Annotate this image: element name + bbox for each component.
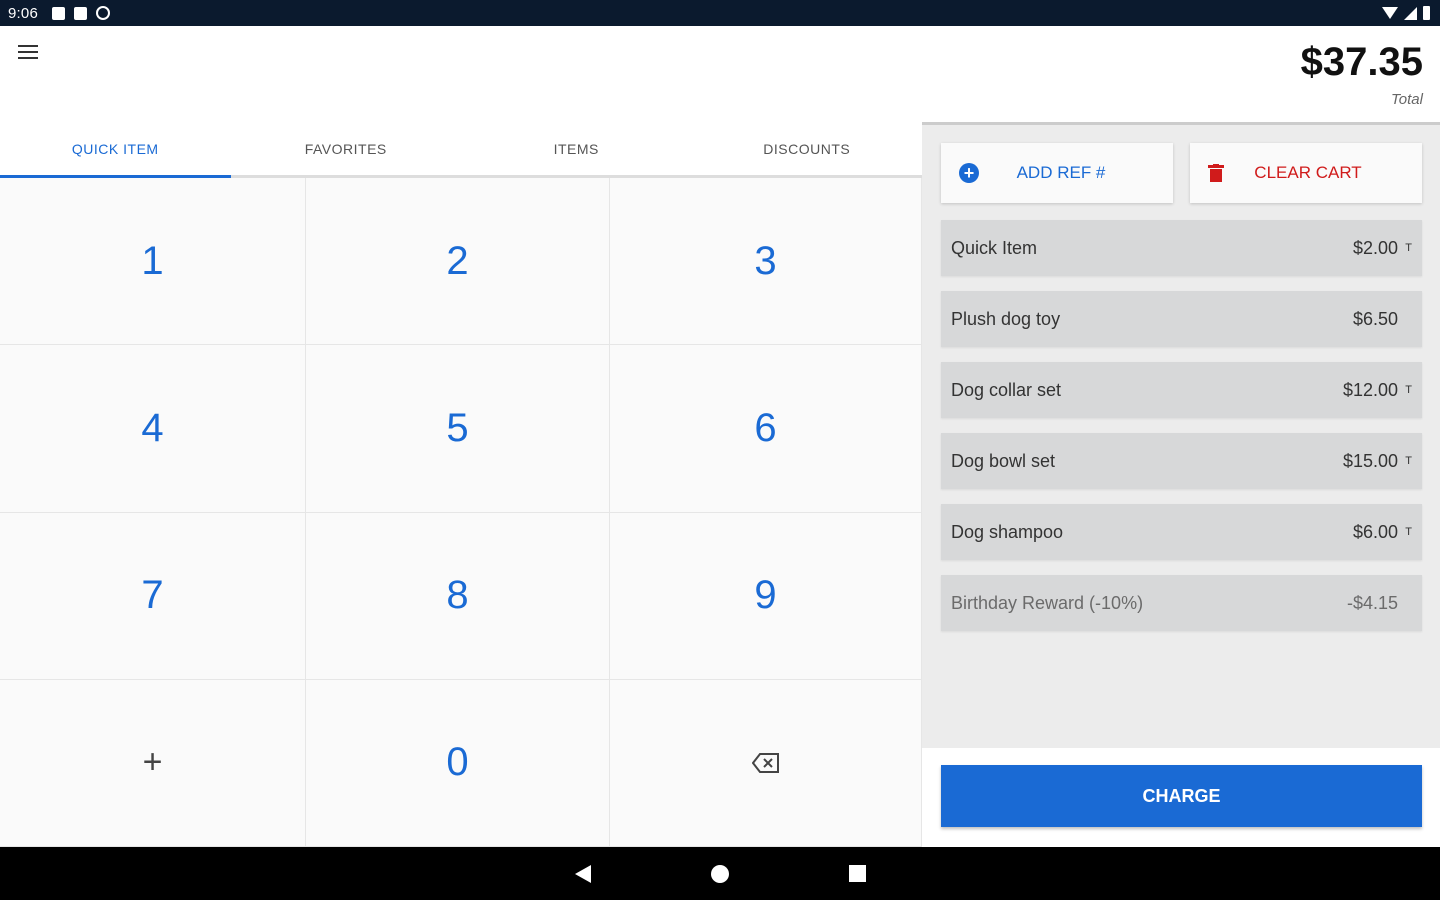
key-7[interactable]: 7: [0, 512, 306, 680]
tax-indicator: T: [1405, 384, 1412, 396]
cart-item-name: Dog collar set: [951, 379, 1062, 400]
add-ref-button[interactable]: + ADD REF #: [941, 143, 1173, 203]
backspace-button[interactable]: [610, 679, 922, 847]
cart-panel: + ADD REF # CLEAR CART Quick Item $2.00 …: [922, 122, 1440, 748]
add-ref-label: ADD REF #: [1016, 163, 1106, 182]
tax-indicator: T: [1405, 526, 1412, 538]
status-time: 9:06: [8, 4, 38, 22]
app-header: $37.35 Total: [0, 26, 1440, 122]
tax-indicator: T: [1405, 242, 1412, 254]
key-2[interactable]: 2: [306, 178, 610, 346]
cart-item-price: -$4.15: [1346, 592, 1398, 613]
key-1[interactable]: 1: [0, 178, 306, 346]
home-icon[interactable]: [710, 864, 729, 883]
cart-item-price: $6.00: [1352, 521, 1398, 542]
keypad: 1 2 3 4 5 6 7 8 9 + 0: [0, 178, 922, 847]
cart-item[interactable]: Plush dog toy $6.50: [941, 291, 1422, 347]
key-plus[interactable]: +: [0, 679, 306, 847]
notification-icons: [52, 6, 110, 20]
cart-item-price: $2.00: [1352, 237, 1398, 258]
key-3[interactable]: 3: [610, 178, 922, 346]
wifi-icon: [1382, 7, 1398, 19]
key-8[interactable]: 8: [306, 512, 610, 680]
system-icons: [1382, 6, 1430, 20]
cart-item-price: $15.00: [1342, 450, 1398, 471]
battery-icon: [1423, 6, 1430, 20]
tab-items[interactable]: ITEMS: [461, 122, 692, 175]
menu-icon[interactable]: [18, 45, 38, 59]
recent-apps-icon[interactable]: [848, 865, 866, 882]
total-label: Total: [1391, 91, 1423, 108]
status-bar: 9:06: [0, 0, 1440, 26]
cart-item-name: Dog shampoo: [951, 521, 1064, 542]
cart-list: Quick Item $2.00 T Plush dog toy $6.50 D…: [941, 220, 1422, 646]
back-icon[interactable]: [574, 864, 591, 883]
cart-item-name: Birthday Reward (-10%): [951, 592, 1144, 613]
sync-icon: [96, 6, 110, 20]
sd-card-icon: [74, 6, 87, 20]
cart-item-price: $6.50: [1352, 308, 1398, 329]
tab-bar: QUICK ITEM FAVORITES ITEMS DISCOUNTS: [0, 122, 922, 178]
cart-item-name: Quick Item: [951, 237, 1038, 258]
cart-discount-row[interactable]: Birthday Reward (-10%) -$4.15: [941, 575, 1422, 631]
key-6[interactable]: 6: [610, 345, 922, 513]
charge-area: CHARGE: [922, 748, 1440, 847]
key-9[interactable]: 9: [610, 512, 922, 680]
add-circle-icon: +: [959, 163, 979, 183]
notification-icon: [52, 6, 65, 20]
tab-favorites[interactable]: FAVORITES: [231, 122, 462, 175]
trash-icon: [1208, 164, 1224, 182]
key-4[interactable]: 4: [0, 345, 306, 513]
cart-item[interactable]: Dog shampoo $6.00 T: [941, 504, 1422, 560]
key-5[interactable]: 5: [306, 345, 610, 513]
cart-item[interactable]: Dog collar set $12.00 T: [941, 362, 1422, 418]
cart-item-price: $12.00: [1342, 379, 1398, 400]
tax-indicator: T: [1405, 455, 1412, 467]
clear-cart-button[interactable]: CLEAR CART: [1190, 143, 1422, 203]
backspace-icon: [751, 752, 779, 773]
key-0[interactable]: 0: [306, 679, 610, 847]
system-nav-bar: [0, 847, 1440, 900]
signal-icon: [1404, 6, 1417, 20]
tab-quick-item[interactable]: QUICK ITEM: [0, 122, 231, 178]
tab-discounts[interactable]: DISCOUNTS: [692, 122, 923, 175]
cart-item[interactable]: Dog bowl set $15.00 T: [941, 433, 1422, 489]
total-amount: $37.35: [1300, 40, 1423, 84]
cart-item-name: Plush dog toy: [951, 308, 1061, 329]
clear-cart-label: CLEAR CART: [1254, 163, 1362, 182]
charge-button[interactable]: CHARGE: [941, 765, 1422, 827]
cart-item-name: Dog bowl set: [951, 450, 1056, 471]
cart-item[interactable]: Quick Item $2.00 T: [941, 220, 1422, 276]
